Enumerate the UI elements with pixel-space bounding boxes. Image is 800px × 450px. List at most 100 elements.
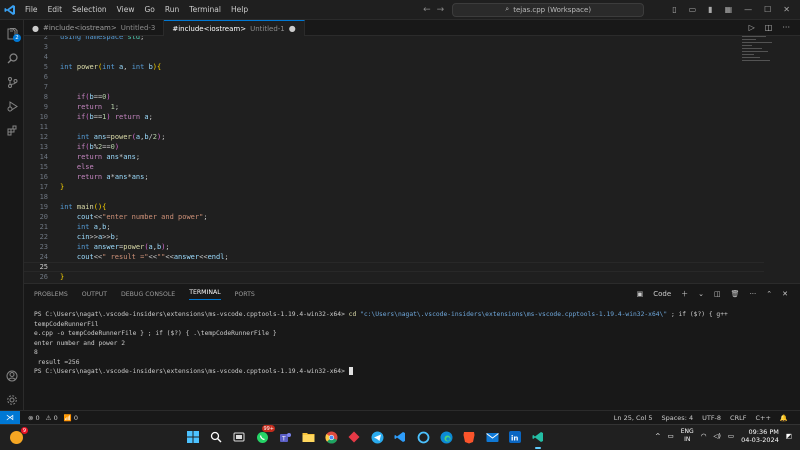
- whatsapp-badge: 99+: [262, 425, 275, 432]
- tab-untitled-1[interactable]: #include<iostream> Untitled-1 ●: [164, 20, 305, 36]
- menu-go[interactable]: Go: [139, 5, 159, 14]
- panel-actions: ▣ Code ＋ ⌄ ◫ 🗑 ··· ⌃ ✕: [637, 289, 800, 299]
- vscode-blue-icon[interactable]: [391, 428, 409, 446]
- weather-badge: 9: [21, 427, 28, 434]
- menu-run[interactable]: Run: [160, 5, 184, 14]
- terminal-line: enter number and power 2: [34, 339, 125, 347]
- line-number: 18: [39, 193, 48, 201]
- line-number: 14: [39, 153, 48, 161]
- remote-indicator-icon[interactable]: ⋊: [0, 410, 20, 425]
- panel-toggle-icon[interactable]: ▭: [689, 5, 697, 14]
- info-indicator[interactable]: 📶 0: [64, 414, 78, 422]
- chevron-down-icon[interactable]: ⌄: [698, 290, 704, 298]
- terminal-cursor: [348, 367, 353, 375]
- task-view-icon[interactable]: [230, 428, 248, 446]
- menu-edit[interactable]: Edit: [43, 5, 68, 14]
- notification-icon[interactable]: ◩: [786, 432, 792, 440]
- tab-problems[interactable]: PROBLEMS: [34, 291, 68, 298]
- tab-ports[interactable]: PORTS: [235, 291, 255, 298]
- line-number: 16: [39, 173, 48, 181]
- close-panel-icon[interactable]: ✕: [782, 290, 788, 298]
- indentation[interactable]: Spaces: 4: [662, 414, 694, 422]
- code-text: }: [60, 183, 65, 191]
- code-editor[interactable]: 2 using namespace std; 3 4 5 int power(i…: [24, 36, 800, 283]
- clock[interactable]: 09:36 PM 04-03-2024: [741, 428, 779, 444]
- chrome-icon[interactable]: [322, 428, 340, 446]
- command-center-search[interactable]: ⌕ tejas.cpp (Workspace): [452, 2, 645, 17]
- code-line: 7: [24, 82, 764, 92]
- tab-debug-console[interactable]: DEBUG CONSOLE: [121, 291, 175, 298]
- linkedin-icon[interactable]: in: [506, 428, 524, 446]
- tab-untitled-3[interactable]: ● #include<iostream> Untitled-3: [24, 20, 165, 36]
- volume-icon[interactable]: ◁): [713, 432, 721, 440]
- language-indicator[interactable]: ENG IN: [681, 428, 694, 444]
- encoding[interactable]: UTF-8: [702, 414, 721, 422]
- file-explorer-icon[interactable]: [299, 428, 317, 446]
- language-mode[interactable]: C++: [755, 414, 770, 422]
- vscode-insiders-icon[interactable]: [529, 428, 547, 449]
- modified-dot-icon[interactable]: ●: [289, 24, 296, 33]
- telegram-icon[interactable]: [368, 428, 386, 446]
- split-editor-icon[interactable]: ◫: [765, 23, 773, 32]
- layout-icon[interactable]: ▯: [672, 5, 676, 14]
- title-bar: File Edit Selection View Go Run Terminal…: [0, 0, 800, 20]
- brave-icon[interactable]: [460, 428, 478, 446]
- end-of-line[interactable]: CRLF: [730, 414, 746, 422]
- shell-label[interactable]: Code: [653, 290, 671, 298]
- terminal-output[interactable]: PS C:\Users\nagat\.vscode-insiders\exten…: [34, 310, 794, 377]
- customize-layout-icon[interactable]: ▦: [725, 5, 733, 14]
- search-icon[interactable]: [207, 428, 225, 446]
- menu-view[interactable]: View: [112, 5, 140, 14]
- weather-widget[interactable]: 9: [8, 427, 28, 447]
- tab-output[interactable]: OUTPUT: [82, 291, 107, 298]
- settings-gear-icon[interactable]: [0, 390, 24, 410]
- cortana-ring-icon[interactable]: [414, 428, 432, 446]
- cursor-position[interactable]: Ln 25, Col 5: [614, 414, 653, 422]
- terminal-icon: ▣: [636, 290, 644, 298]
- windows-start-icon[interactable]: [184, 428, 202, 446]
- new-terminal-icon[interactable]: ＋: [681, 289, 688, 299]
- close-icon[interactable]: ✕: [783, 5, 790, 14]
- warnings-count: 0: [53, 413, 58, 422]
- meet-now-icon[interactable]: ▭: [668, 432, 674, 440]
- code-line: 22 cin>>a>>b;: [24, 232, 764, 242]
- more-actions-icon[interactable]: ···: [750, 290, 757, 298]
- terminal-line: e.cpp -o tempCodeRunnerFile } ; if ($?) …: [34, 330, 277, 337]
- run-code-icon[interactable]: ▷: [749, 23, 755, 32]
- source-control-icon[interactable]: [0, 72, 24, 92]
- teams-icon[interactable]: T: [276, 428, 294, 446]
- notifications-bell-icon[interactable]: 🔔: [780, 414, 788, 422]
- search-icon[interactable]: [0, 48, 24, 68]
- extensions-icon[interactable]: [0, 120, 24, 140]
- vscode-logo-icon: [0, 0, 20, 20]
- menu-help[interactable]: Help: [226, 5, 253, 14]
- forward-arrow-icon[interactable]: →: [437, 5, 445, 15]
- more-actions-icon[interactable]: ···: [782, 23, 790, 32]
- run-debug-icon[interactable]: [0, 96, 24, 116]
- battery-icon[interactable]: ▭: [728, 432, 734, 440]
- search-icon: ⌕: [505, 5, 510, 13]
- app-red-diamond-icon[interactable]: [345, 428, 363, 446]
- mail-icon[interactable]: [483, 428, 501, 446]
- menu-file[interactable]: File: [20, 5, 43, 14]
- account-icon[interactable]: [0, 366, 24, 386]
- menu-selection[interactable]: Selection: [67, 5, 112, 14]
- split-terminal-icon[interactable]: ◫: [714, 290, 721, 298]
- minimize-icon[interactable]: —: [744, 5, 752, 14]
- tab-subtitle: Untitled-3: [120, 24, 156, 32]
- tray-chevron-icon[interactable]: ^: [655, 432, 660, 440]
- wifi-icon[interactable]: ◠: [701, 432, 707, 440]
- maximize-icon[interactable]: ☐: [764, 5, 771, 14]
- editor-actions: ▷ ◫ ···: [749, 20, 800, 35]
- back-arrow-icon[interactable]: ←: [423, 5, 431, 15]
- menu-terminal[interactable]: Terminal: [184, 5, 226, 14]
- sidebar-toggle-icon[interactable]: ▮: [708, 5, 712, 14]
- trash-icon[interactable]: 🗑: [731, 290, 740, 298]
- warnings-indicator[interactable]: ⚠ 0: [46, 414, 58, 422]
- explorer-icon[interactable]: 2: [0, 24, 24, 44]
- maximize-panel-icon[interactable]: ⌃: [766, 290, 772, 298]
- edge-icon[interactable]: [437, 428, 455, 446]
- errors-indicator[interactable]: ⊗ 0: [28, 414, 40, 422]
- whatsapp-icon[interactable]: 99+: [253, 425, 275, 446]
- tab-terminal[interactable]: TERMINAL: [189, 289, 221, 300]
